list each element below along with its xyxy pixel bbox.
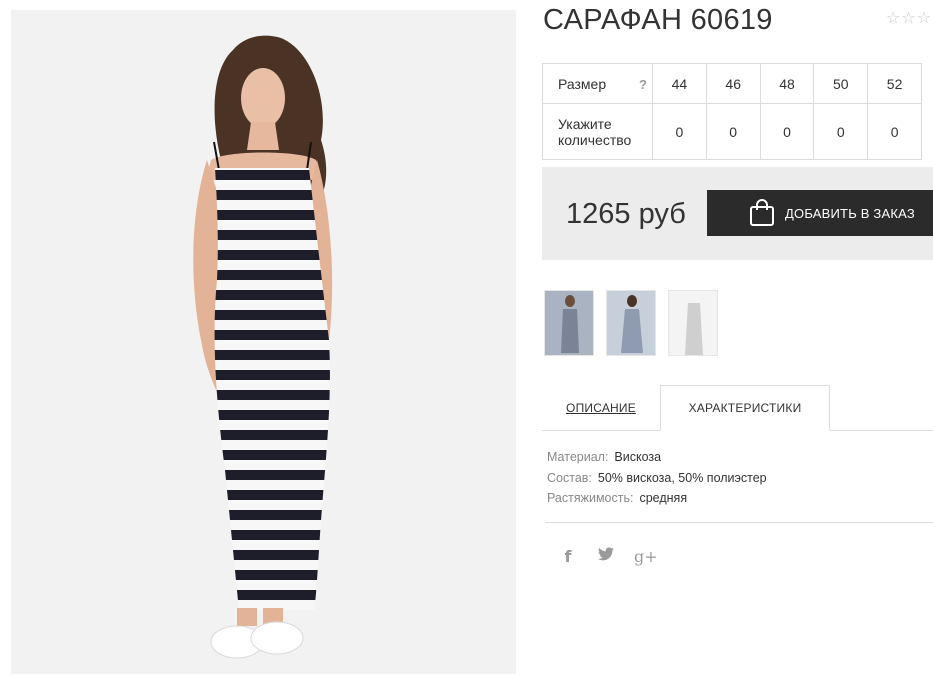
model-photo-illustration	[11, 10, 516, 674]
characteristic-row: Растяжимость: средняя	[547, 490, 767, 511]
tab-characteristics[interactable]: ХАРАКТЕРИСТИКИ	[660, 385, 830, 431]
characteristic-row: Материал: Вискоза	[547, 449, 767, 470]
size-help-icon[interactable]: ?	[639, 77, 647, 92]
size-48: 48	[759, 63, 815, 104]
product-tabs: ОПИСАНИЕ ХАРАКТЕРИСТИКИ	[542, 385, 933, 431]
quantity-input-48[interactable]: 0	[759, 103, 815, 160]
product-title: САРАФАН 60619	[543, 4, 773, 36]
buy-box: 1265 руб ДОБАВИТЬ В ЗАКАЗ	[542, 167, 933, 260]
size-46: 46	[705, 63, 761, 104]
characteristic-key: Состав:	[547, 470, 592, 485]
size-table: Размер ? 44 46 48 50 52 Укажите количест…	[542, 63, 922, 160]
characteristic-value: 50% вискоза, 50% полиэстер	[597, 470, 767, 485]
quantity-label-line2: количество	[558, 131, 632, 148]
quantity-input-50[interactable]: 0	[813, 103, 869, 160]
size-44: 44	[652, 63, 707, 104]
characteristics-list: Материал: Вискоза Состав: 50% вискоза, 50%…	[547, 449, 767, 511]
rating-stars[interactable]: ☆ ☆ ☆	[886, 11, 931, 27]
thumbnail-1[interactable]	[544, 290, 594, 356]
thumbnail-3[interactable]	[668, 290, 718, 356]
star-icon[interactable]: ☆	[886, 11, 900, 27]
thumbnail-strip	[544, 290, 718, 356]
characteristic-value: Вискоза	[614, 450, 662, 464]
characteristic-row: Состав: 50% вискоза, 50% полиэстер	[547, 470, 767, 491]
size-50: 50	[813, 63, 869, 104]
section-divider	[545, 522, 933, 523]
tab-description[interactable]: ОПИСАНИЕ	[542, 385, 660, 431]
quantity-input-52[interactable]: 0	[867, 103, 922, 160]
characteristic-value: средняя	[639, 491, 688, 505]
twitter-icon[interactable]	[596, 547, 616, 566]
add-to-order-button[interactable]: ДОБАВИТЬ В ЗАКАЗ	[707, 190, 933, 236]
thumbnail-2[interactable]	[606, 290, 656, 356]
quantity-input-46[interactable]: 0	[705, 103, 761, 160]
social-share: f g+	[558, 547, 658, 566]
google-plus-icon[interactable]: g+	[634, 547, 658, 566]
quantity-label-line1: Укажите	[558, 115, 612, 132]
quantity-input-44[interactable]: 0	[652, 103, 707, 160]
size-label: Размер	[558, 75, 607, 92]
size-label-cell: Размер ?	[542, 63, 653, 104]
characteristic-key: Материал:	[547, 450, 609, 464]
quantity-label-cell: Укажите количество	[542, 103, 653, 160]
product-price: 1265 руб	[566, 198, 686, 230]
star-icon[interactable]: ☆	[901, 11, 915, 27]
star-icon[interactable]: ☆	[917, 11, 931, 27]
size-52: 52	[867, 63, 922, 104]
characteristic-key: Растяжимость:	[547, 491, 634, 505]
add-to-order-label: ДОБАВИТЬ В ЗАКАЗ	[785, 205, 915, 221]
shopping-bag-icon	[749, 199, 775, 227]
facebook-icon[interactable]: f	[558, 547, 578, 566]
product-main-image[interactable]	[11, 10, 516, 674]
quantity-row: Укажите количество 0 0 0 0 0	[542, 103, 922, 160]
size-row: Размер ? 44 46 48 50 52	[542, 63, 922, 104]
